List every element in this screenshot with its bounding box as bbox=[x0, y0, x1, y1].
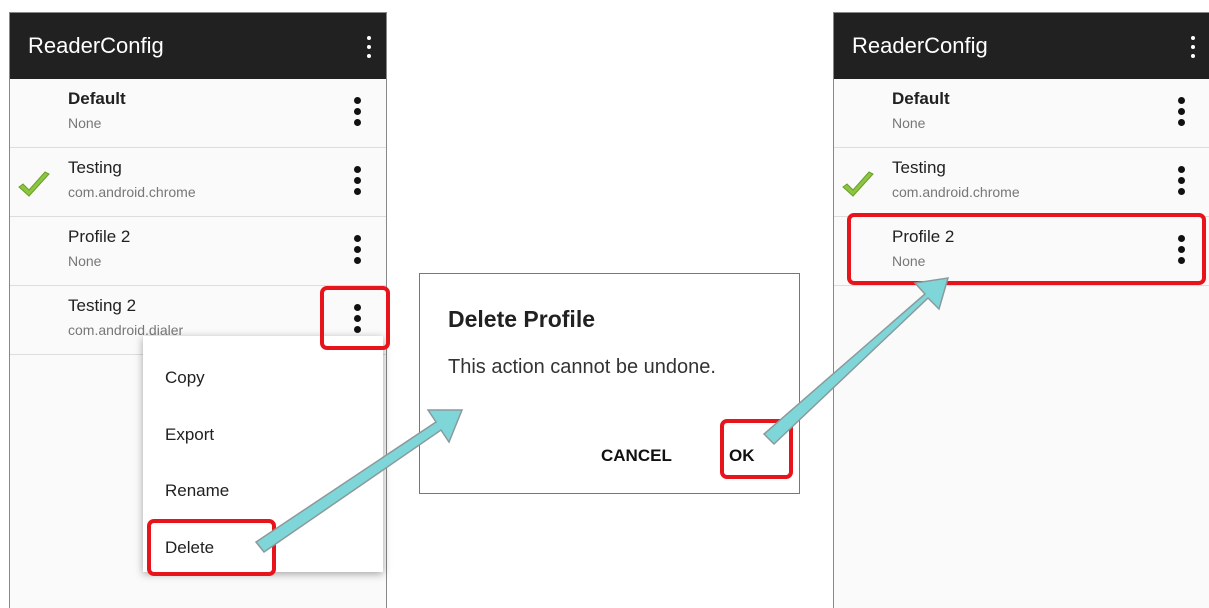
menu-item-export[interactable]: Export bbox=[165, 425, 214, 445]
overflow-menu-icon[interactable] bbox=[366, 36, 372, 58]
profile-row-profile-2[interactable]: Profile 2 None bbox=[10, 217, 386, 286]
profile-package: None bbox=[68, 253, 102, 269]
highlight-kebab bbox=[320, 286, 390, 350]
dialog-title: Delete Profile bbox=[448, 306, 595, 332]
highlight-ok bbox=[720, 419, 793, 479]
more-vert-icon[interactable] bbox=[1178, 97, 1186, 127]
profile-name: Profile 2 bbox=[68, 227, 131, 246]
profile-name: Testing 2 bbox=[68, 296, 137, 315]
checkmark-icon bbox=[842, 171, 874, 197]
profile-row-testing[interactable]: Testing com.android.chrome bbox=[10, 148, 386, 217]
app-bar: ReaderConfig bbox=[10, 13, 386, 79]
checkmark-icon bbox=[18, 171, 50, 197]
app-title: ReaderConfig bbox=[852, 33, 988, 58]
profile-package: None bbox=[892, 115, 926, 131]
profile-name: Testing bbox=[892, 158, 946, 177]
app-bar: ReaderConfig bbox=[834, 13, 1209, 79]
profile-package: com.android.chrome bbox=[892, 184, 1020, 200]
profile-name: Testing bbox=[68, 158, 122, 177]
app-title: ReaderConfig bbox=[28, 33, 164, 58]
profile-package: com.android.chrome bbox=[68, 184, 196, 200]
profile-row-testing[interactable]: Testing com.android.chrome bbox=[834, 148, 1209, 217]
highlight-delete bbox=[147, 519, 276, 576]
cancel-button[interactable]: CANCEL bbox=[601, 446, 672, 466]
more-vert-icon[interactable] bbox=[354, 235, 362, 265]
highlight-profile-2 bbox=[847, 213, 1206, 285]
more-vert-icon[interactable] bbox=[354, 97, 362, 127]
menu-item-copy[interactable]: Copy bbox=[165, 368, 205, 388]
profile-name: Default bbox=[68, 89, 126, 108]
more-vert-icon[interactable] bbox=[1178, 166, 1186, 196]
profile-name: Default bbox=[892, 89, 950, 108]
profile-package: None bbox=[68, 115, 102, 131]
dialog-message: This action cannot be undone. bbox=[448, 356, 716, 378]
overflow-menu-icon[interactable] bbox=[1190, 36, 1196, 58]
profile-row-default[interactable]: Default None bbox=[834, 79, 1209, 148]
menu-item-rename[interactable]: Rename bbox=[165, 481, 229, 501]
right-screen: ReaderConfig Default None Testing com.an… bbox=[833, 12, 1209, 608]
profile-row-default[interactable]: Default None bbox=[10, 79, 386, 148]
more-vert-icon[interactable] bbox=[354, 166, 362, 196]
